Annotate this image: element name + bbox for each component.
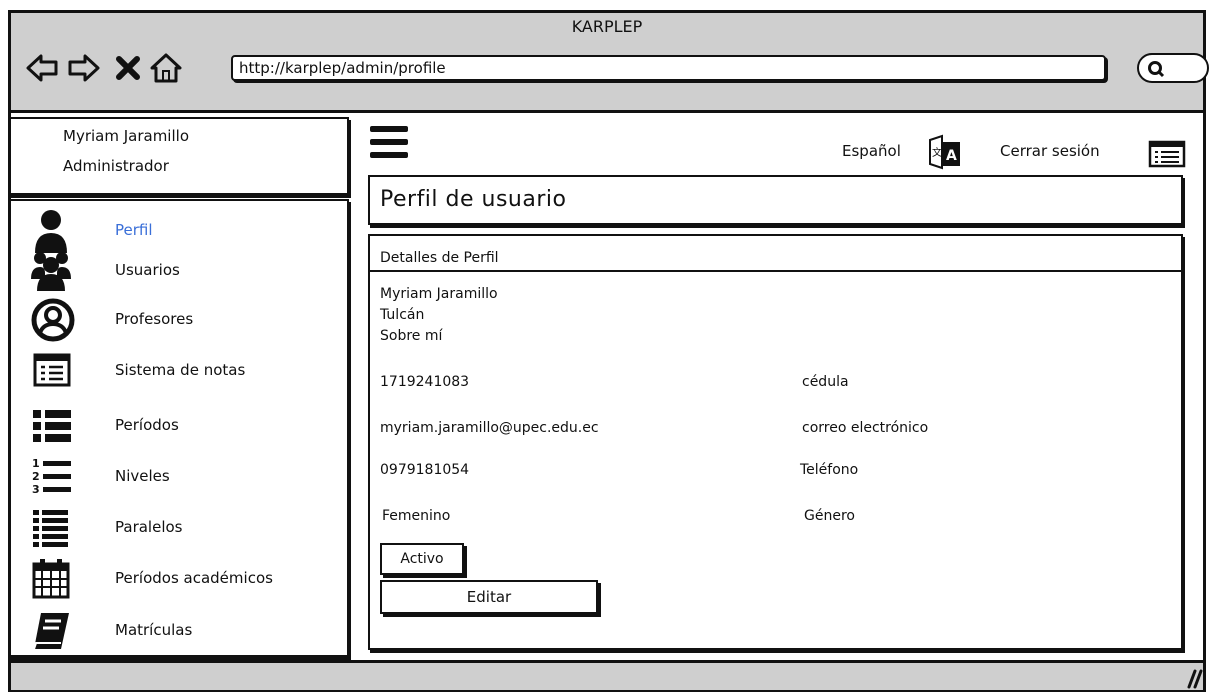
home-icon[interactable] bbox=[149, 51, 183, 85]
sidebar-item-perfil[interactable]: Perfil bbox=[31, 209, 341, 253]
svg-text:文: 文 bbox=[932, 146, 942, 159]
status-active-button[interactable]: Activo bbox=[380, 543, 464, 575]
field-email-label: correo electrónico bbox=[802, 420, 929, 436]
field-cedula-value: 1719241083 bbox=[380, 374, 470, 390]
book-icon bbox=[33, 613, 69, 650]
user-role: Administrador bbox=[63, 157, 169, 175]
logout-link[interactable]: Cerrar sesión bbox=[1000, 142, 1100, 160]
hamburger-menu-icon[interactable] bbox=[368, 120, 412, 164]
search-box[interactable] bbox=[1137, 53, 1209, 83]
user-icon bbox=[35, 210, 67, 253]
sidebar-item-niveles[interactable]: 1 2 3 Niveles bbox=[31, 455, 341, 499]
svg-text:3: 3 bbox=[32, 483, 40, 496]
field-phone-label: Teléfono bbox=[800, 462, 859, 478]
user-info-box: Myriam Jaramillo Administrador bbox=[9, 117, 349, 195]
list-bullets-icon bbox=[33, 410, 71, 442]
sidebar-item-usuarios[interactable]: Usuarios bbox=[31, 249, 341, 293]
user-name: Myriam Jaramillo bbox=[63, 127, 189, 145]
users-group-icon bbox=[31, 252, 71, 291]
page-title-box: Perfil de usuario bbox=[368, 175, 1183, 225]
sidebar-item-label: Períodos académicos bbox=[115, 569, 273, 587]
numbered-list-icon: 1 2 3 bbox=[32, 457, 71, 496]
svg-text:A: A bbox=[946, 148, 957, 164]
profile-about: Sobre mí bbox=[380, 328, 443, 344]
sidebar-item-profesores[interactable]: Profesores bbox=[31, 298, 341, 342]
sidebar: Perfil Usuarios Profesores Sistema de no… bbox=[9, 199, 349, 657]
sidebar-item-paralelos[interactable]: Paralelos bbox=[31, 506, 341, 550]
profile-city: Tulcán bbox=[380, 307, 425, 323]
field-phone-value: 0979181054 bbox=[380, 462, 470, 478]
window-title: KARPLEP bbox=[571, 17, 643, 36]
profile-name: Myriam Jaramillo bbox=[380, 286, 498, 302]
browser-toolbar: KARPLEP http://karplep/admin/profile bbox=[11, 13, 1209, 113]
sidebar-item-label: Usuarios bbox=[115, 261, 180, 279]
language-selector[interactable]: Español bbox=[842, 142, 901, 160]
sidebar-item-matriculas[interactable]: Matrículas bbox=[31, 609, 341, 653]
svg-text:2: 2 bbox=[32, 470, 40, 483]
sidebar-item-label: Matrículas bbox=[115, 621, 193, 639]
sidebar-item-periodos-academicos[interactable]: Períodos académicos bbox=[31, 557, 341, 601]
sidebar-item-sistema-de-notas[interactable]: Sistema de notas bbox=[31, 349, 341, 393]
sidebar-item-label: Sistema de notas bbox=[115, 361, 246, 379]
field-gender-value: Femenino bbox=[382, 508, 451, 524]
field-cedula-label: cédula bbox=[802, 374, 849, 390]
calendar-icon bbox=[32, 559, 70, 599]
details-header: Detalles de Perfil bbox=[370, 236, 1181, 272]
sidebar-item-label: Niveles bbox=[115, 467, 170, 485]
url-bar[interactable]: http://karplep/admin/profile bbox=[231, 55, 1106, 81]
field-email-value: myriam.jaramillo@upec.edu.ec bbox=[380, 420, 599, 436]
user-circle-icon bbox=[31, 298, 75, 342]
sidebar-item-label: Profesores bbox=[115, 310, 194, 328]
field-gender-label: Género bbox=[804, 508, 855, 524]
sidebar-item-label: Períodos bbox=[115, 416, 179, 434]
sidebar-item-periodos[interactable]: Períodos bbox=[31, 404, 341, 448]
back-arrow-icon[interactable] bbox=[25, 51, 59, 85]
resize-handle-icon[interactable] bbox=[1181, 667, 1203, 689]
edit-button[interactable]: Editar bbox=[380, 580, 598, 614]
forward-arrow-icon[interactable] bbox=[67, 51, 101, 85]
list-box-icon bbox=[33, 353, 71, 387]
close-x-icon[interactable] bbox=[111, 51, 145, 85]
translate-icon[interactable]: 文 A bbox=[928, 134, 962, 172]
browser-status-bar bbox=[11, 660, 1203, 690]
search-icon bbox=[1148, 61, 1165, 78]
details-title: Detalles de Perfil bbox=[380, 250, 499, 266]
sidebar-item-label: Paralelos bbox=[115, 518, 183, 536]
list-lines-icon bbox=[33, 510, 68, 547]
sidebar-item-label: Perfil bbox=[115, 221, 153, 239]
svg-text:1: 1 bbox=[32, 457, 40, 470]
page-title: Perfil de usuario bbox=[380, 187, 567, 212]
logout-list-icon[interactable] bbox=[1148, 140, 1186, 168]
